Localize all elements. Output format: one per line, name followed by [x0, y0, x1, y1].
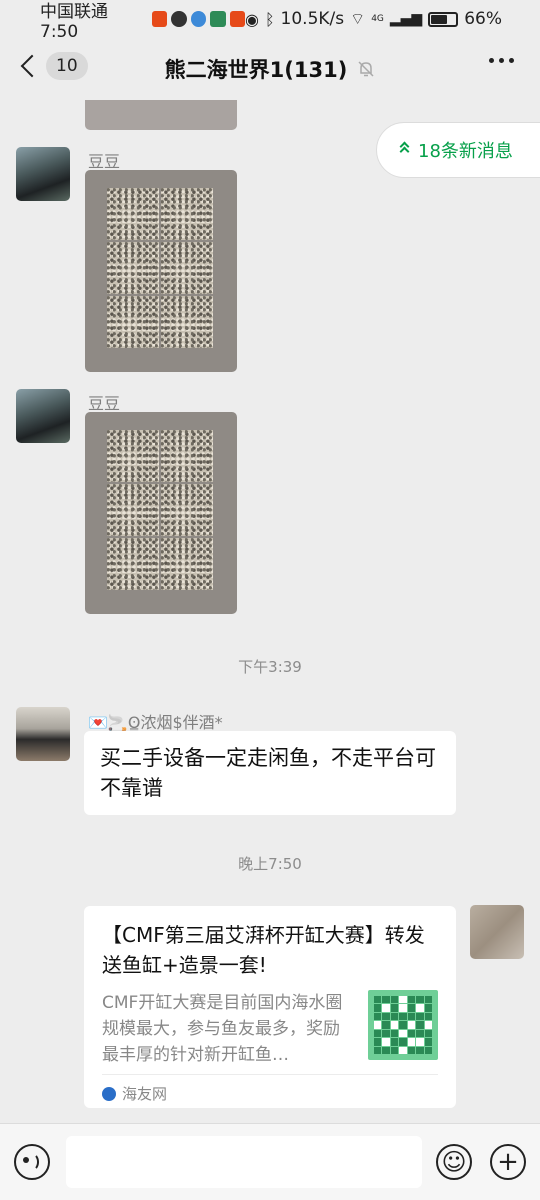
avatar[interactable] — [16, 389, 70, 443]
more-options-button[interactable] — [489, 58, 514, 63]
message-text: 买二手设备一定走闲鱼，不走平台可不靠谱 — [100, 746, 436, 800]
chevron-left-icon — [20, 54, 44, 78]
mute-bell-icon — [358, 61, 374, 77]
network-speed: 10.5K/s — [280, 9, 345, 29]
image-message[interactable] — [85, 170, 237, 372]
wifi-icon: ⌔ — [350, 9, 366, 28]
eye-icon: ◉ — [244, 9, 259, 29]
battery-percent: 66% — [464, 9, 502, 29]
smile-icon: ☺ — [441, 1148, 467, 1176]
app-notification-icon — [210, 11, 226, 27]
avatar[interactable] — [16, 147, 70, 201]
sender-name: 💌🚬ʘ̳浓烟$伴酒* — [88, 713, 223, 732]
chat-title: 熊二海世界1(131) — [164, 58, 348, 82]
voice-input-button[interactable] — [14, 1144, 50, 1180]
text-message-bubble[interactable]: 买二手设备一定走闲鱼，不走平台可不靠谱 — [84, 731, 456, 815]
chat-title-wrap: 熊二海世界1(131) — [165, 54, 376, 84]
previous-image-message[interactable] — [85, 100, 237, 130]
new-messages-button[interactable]: 18条新消息 — [376, 122, 540, 178]
nav-bar: 10 熊二海世界1(131) — [0, 38, 540, 100]
avatar[interactable] — [16, 707, 70, 761]
sender-name: 豆豆 — [88, 394, 121, 413]
source-logo-icon — [102, 1086, 116, 1101]
status-bar: 中国联通 7:50 ◉ ᛒ 10.5K/s ⌔ 4G ▂▄▆ 66% — [0, 0, 540, 42]
link-title: 【CMF第三届艾湃杯开缸大赛】转发送鱼缸+造景一套! — [102, 923, 425, 977]
link-description: CMF开缸大赛是目前国内海水圈规模最大，参与鱼友最多，奖励最丰厚的针对新开缸鱼… — [102, 993, 343, 1065]
voice-icon — [23, 1153, 39, 1171]
source-name: 海友网 — [122, 1085, 168, 1103]
bluetooth-icon: ᛒ — [264, 9, 275, 29]
app-notification-icon — [190, 11, 207, 27]
stone-tiles-image — [107, 188, 213, 348]
notification-icon — [229, 11, 245, 27]
image-message[interactable] — [85, 412, 237, 614]
sender-name: 豆豆 — [88, 152, 121, 171]
battery-fill — [431, 14, 448, 24]
back-button[interactable]: 10 — [18, 52, 88, 80]
plus-icon: + — [497, 1147, 519, 1177]
new-messages-label: 18条新消息 — [418, 141, 513, 162]
battery-icon — [428, 11, 459, 27]
more-dot — [489, 58, 494, 63]
stone-tiles-image — [107, 430, 213, 590]
double-chevron-up-icon — [399, 141, 410, 157]
network-type: 4G — [371, 14, 384, 24]
more-functions-button[interactable]: + — [490, 1144, 526, 1180]
link-thumbnail-qr — [368, 990, 438, 1060]
message-input[interactable] — [66, 1136, 422, 1188]
shield-icon — [171, 11, 187, 27]
time-stamp: 晚上7:50 — [238, 855, 302, 873]
link-source: 海友网 — [102, 1074, 438, 1104]
notification-icon — [151, 11, 168, 27]
emoji-button[interactable]: ☺ — [436, 1144, 472, 1180]
time-stamp: 下午3:39 — [238, 658, 302, 676]
carrier-time: 中国联通 7:50 — [40, 1, 108, 42]
more-dot — [509, 58, 514, 63]
input-bar: ☺ + — [0, 1123, 540, 1200]
chat-area[interactable]: 18条新消息 豆豆 豆豆 下午3:39 💌🚬ʘ̳浓烟$伴酒* 买二手设备一定走闲… — [0, 100, 540, 1123]
unread-count-badge: 10 — [46, 52, 88, 80]
self-avatar[interactable] — [470, 905, 524, 959]
more-dot — [499, 58, 504, 63]
signal-icon: ▂▄▆ — [389, 11, 423, 27]
link-card-message[interactable]: 【CMF第三届艾湃杯开缸大赛】转发送鱼缸+造景一套! CMF开缸大赛是目前国内海… — [84, 906, 456, 1108]
